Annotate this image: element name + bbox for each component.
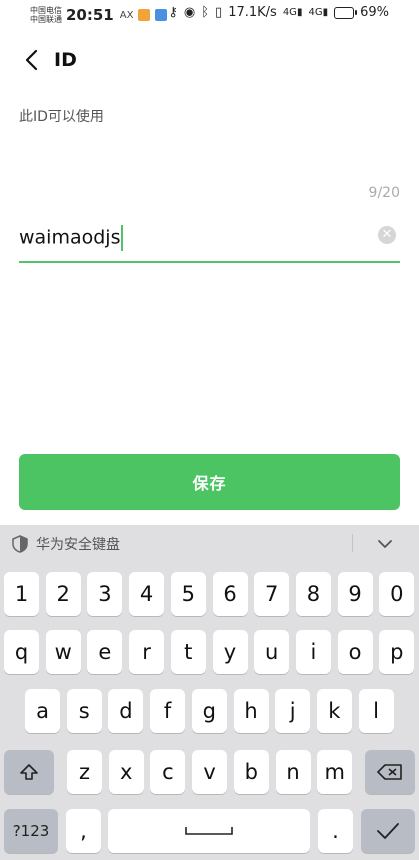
availability-hint: 此ID可以使用 <box>19 109 104 125</box>
cloud-app-icon <box>155 9 168 21</box>
signal-icon-1: 4G▮ <box>282 7 303 18</box>
keyboard-toolbar: 华为安全键盘 <box>0 525 419 563</box>
key-4[interactable]: 4 <box>129 572 165 616</box>
carrier-1: 中国电信 <box>30 6 62 15</box>
nav-header: ID <box>0 40 419 80</box>
status-bar: 中国电信 中国联通 20:51 AX ⚷ ◉ ᛒ ▯ 17.1K/s 4G▮ 4… <box>0 0 419 30</box>
key-l[interactable]: l <box>358 689 394 733</box>
key-5[interactable]: 5 <box>170 572 206 616</box>
key-j[interactable]: j <box>275 689 311 733</box>
eye-icon: ◉ <box>183 5 196 20</box>
notification-icons: AX <box>120 9 168 21</box>
key-c[interactable]: c <box>150 750 186 794</box>
key-x[interactable]: x <box>108 750 144 794</box>
key-i[interactable]: i <box>295 630 331 674</box>
page-title: ID <box>54 49 77 71</box>
backspace-icon <box>377 764 402 780</box>
video-app-icon <box>138 9 151 21</box>
key-p[interactable]: p <box>379 630 415 674</box>
text-cursor <box>121 225 124 251</box>
key-z[interactable]: z <box>67 750 102 794</box>
key-1[interactable]: 1 <box>4 572 39 616</box>
key-k[interactable]: k <box>316 689 352 733</box>
chevron-left-icon <box>25 49 38 71</box>
signal-icon-2: 4G▮ <box>308 7 329 18</box>
key-y[interactable]: y <box>212 630 248 674</box>
vibrate-icon: ▯ <box>215 5 223 20</box>
carrier-labels: 中国电信 中国联通 <box>30 6 62 24</box>
shield-icon <box>12 535 28 553</box>
ax-label: AX <box>119 9 134 21</box>
backspace-key[interactable] <box>365 750 415 794</box>
key-e[interactable]: e <box>87 630 123 674</box>
network-speed: 17.1K/s <box>228 5 277 20</box>
shift-key[interactable] <box>4 750 54 794</box>
key-6[interactable]: 6 <box>212 572 248 616</box>
id-input[interactable]: waimaodjs ✕ <box>19 215 400 263</box>
key-9[interactable]: 9 <box>337 572 373 616</box>
carrier-2: 中国联通 <box>30 15 62 24</box>
key-s[interactable]: s <box>66 689 102 733</box>
key-g[interactable]: g <box>191 689 227 733</box>
clear-icon[interactable]: ✕ <box>378 226 396 244</box>
key-3[interactable]: 3 <box>87 572 123 616</box>
key-o[interactable]: o <box>337 630 373 674</box>
shift-icon <box>20 764 38 780</box>
key-0[interactable]: 0 <box>379 572 415 616</box>
enter-key[interactable] <box>361 809 415 853</box>
key-q[interactable]: q <box>4 630 39 674</box>
key-7[interactable]: 7 <box>254 572 290 616</box>
key-m[interactable]: m <box>317 750 353 794</box>
chevron-down-icon[interactable] <box>377 539 393 549</box>
save-button[interactable]: 保存 <box>19 454 400 510</box>
key-8[interactable]: 8 <box>295 572 331 616</box>
battery-icon <box>334 6 358 19</box>
space-key[interactable] <box>108 809 310 853</box>
key-a[interactable]: a <box>25 689 60 733</box>
key-n[interactable]: n <box>275 750 311 794</box>
key-d[interactable]: d <box>108 689 144 733</box>
key-h[interactable]: h <box>233 689 269 733</box>
char-counter: 9/20 <box>368 185 400 201</box>
keyboard-name: 华为安全键盘 <box>36 537 120 553</box>
key-icon: ⚷ <box>168 5 178 20</box>
back-button[interactable] <box>18 42 44 78</box>
key-2[interactable]: 2 <box>45 572 81 616</box>
space-bar-icon <box>185 827 233 835</box>
key-v[interactable]: v <box>192 750 228 794</box>
status-right: ⚷ ◉ ᛒ ▯ 17.1K/s 4G▮ 4G▮ 69% <box>168 5 389 20</box>
numbers-key[interactable]: ?123 <box>4 809 58 853</box>
key-b[interactable]: b <box>233 750 269 794</box>
key-w[interactable]: w <box>45 630 81 674</box>
key-t[interactable]: t <box>170 630 206 674</box>
key-comma[interactable]: , <box>66 809 101 853</box>
id-input-value: waimaodjs <box>19 226 121 249</box>
checkmark-icon <box>377 823 399 839</box>
toolbar-divider <box>352 534 353 552</box>
key-period[interactable]: . <box>318 809 353 853</box>
key-r[interactable]: r <box>129 630 165 674</box>
keyboard: 华为安全键盘 1234567890 qwertyuiop asdfghjkl zxcv… <box>0 525 419 860</box>
clock: 20:51 <box>66 6 114 24</box>
bluetooth-icon: ᛒ <box>201 5 210 20</box>
key-f[interactable]: f <box>150 689 186 733</box>
battery-percent: 69% <box>360 5 389 20</box>
key-u[interactable]: u <box>254 630 290 674</box>
